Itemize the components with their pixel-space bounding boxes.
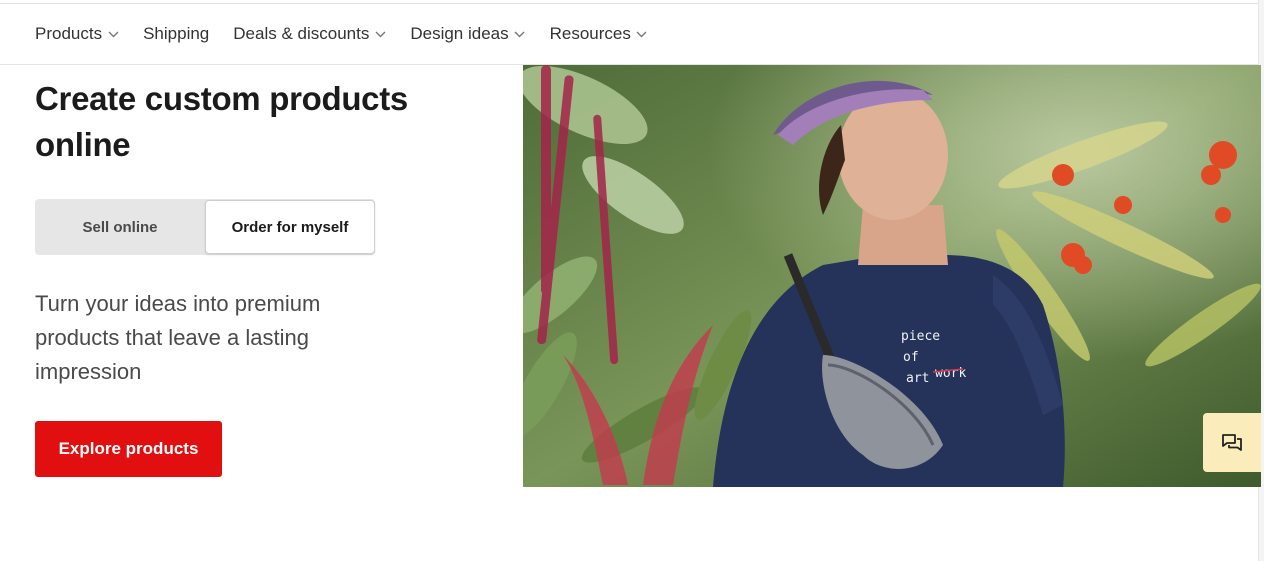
shirt-text-line-2: of [903,350,919,365]
shirt-text-line-3: art [906,371,929,386]
chevron-down-icon [107,28,119,40]
explore-products-button[interactable]: Explore products [35,421,222,477]
chevron-down-icon [636,28,648,40]
hero-photo: piece of art work [523,65,1261,487]
nav-item-shipping[interactable]: Shipping [143,24,209,44]
chat-bubbles-icon [1222,433,1242,451]
toggle-option-order-for-myself[interactable]: Order for myself [205,200,375,254]
nav-item-label: Resources [549,24,631,43]
nav-item-design-ideas[interactable]: Design ideas [410,24,525,44]
nav-item-label: Design ideas [410,24,509,43]
nav-item-deals-discounts[interactable]: Deals & discounts [233,24,386,44]
nav-item-products[interactable]: Products [35,24,119,44]
chevron-down-icon [514,28,526,40]
hero-description: Turn your ideas into premium products th… [35,291,321,384]
toggle-option-sell-online[interactable]: Sell online [35,199,205,255]
nav-item-label: Deals & discounts [233,24,370,43]
nav-item-label: Shipping [143,24,210,43]
hero-text-block: Create custom products online [35,76,475,168]
main-navigation: Products Shipping Deals & discounts Desi… [0,4,1258,65]
nav-item-label: Products [35,24,103,43]
audience-toggle: Sell online Order for myself [35,199,375,255]
hero-photo-illustration: piece of art work [523,65,1261,487]
shirt-text-line-4: work [935,366,966,381]
chat-button[interactable] [1203,413,1261,472]
hero-title: Create custom products online [35,80,408,163]
nav-item-resources[interactable]: Resources [550,24,648,44]
shirt-text-line-1: piece [901,329,940,344]
chevron-down-icon [374,28,386,40]
